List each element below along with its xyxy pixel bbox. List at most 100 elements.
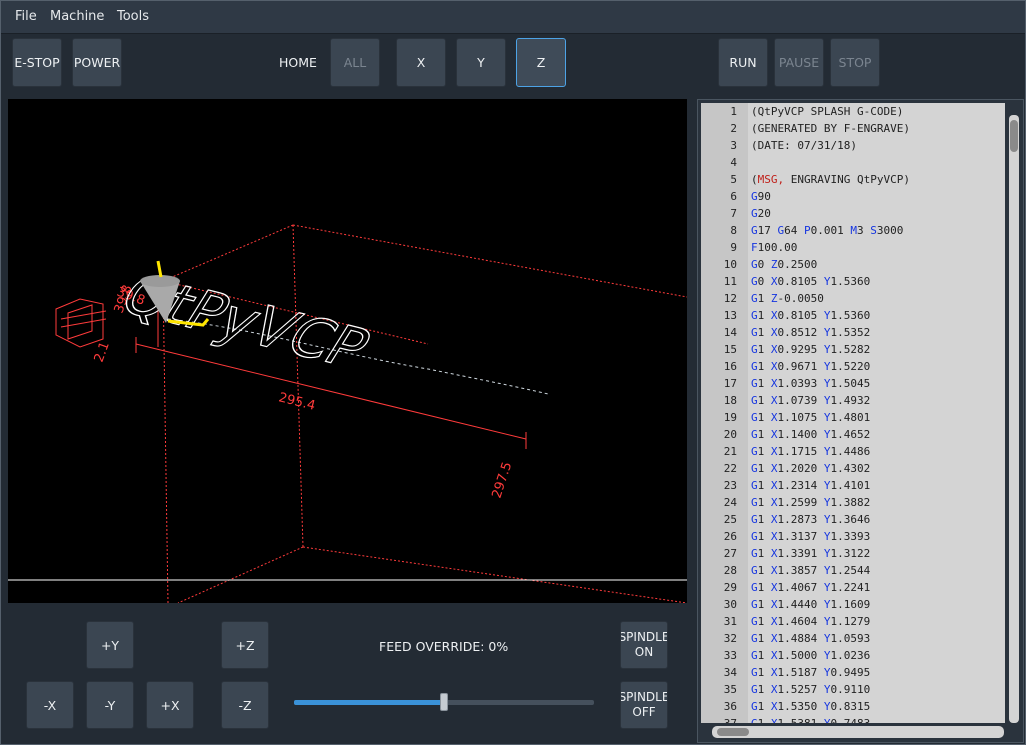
- gcode-line[interactable]: 36 G1 X1.5350 Y0.8315: [701, 698, 1005, 715]
- gcode-line[interactable]: 13 G1 X0.8105 Y1.5360: [701, 307, 1005, 324]
- spindle-on-button[interactable]: SPINDLE ON: [620, 621, 668, 669]
- stop-button[interactable]: STOP: [830, 38, 880, 87]
- gcode-line-text: G1 X1.3857 Y1.2544: [751, 564, 871, 577]
- backplot-viewport[interactable]: 39.8 39.8 2.1 295.4 297.5 QtPyVCP: [8, 99, 687, 603]
- gcode-line-text: G1 X1.4604 Y1.1279: [751, 615, 871, 628]
- gcode-line-number: 35: [723, 683, 737, 696]
- gcode-line[interactable]: 1 (QtPyVCP SPLASH G-CODE): [701, 103, 1005, 120]
- gcode-line[interactable]: 28 G1 X1.3857 Y1.2544: [701, 562, 1005, 579]
- gcode-line-number: 14: [723, 326, 737, 339]
- gcode-line[interactable]: 5 (MSG, ENGRAVING QtPyVCP): [701, 171, 1005, 188]
- gcode-line[interactable]: 16 G1 X0.9671 Y1.5220: [701, 358, 1005, 375]
- gcode-line-number: 5: [730, 173, 737, 186]
- estop-button[interactable]: E-STOP: [12, 38, 62, 87]
- pause-button[interactable]: PAUSE: [774, 38, 824, 87]
- gcode-line[interactable]: 23 G1 X1.2314 Y1.4101: [701, 477, 1005, 494]
- gcode-line[interactable]: 27 G1 X1.3391 Y1.3122: [701, 545, 1005, 562]
- jog-minus-x-button[interactable]: -X: [26, 681, 74, 729]
- gcode-line[interactable]: 12 G1 Z-0.0050: [701, 290, 1005, 307]
- gcode-editor-panel: 1 (QtPyVCP SPLASH G-CODE) 2 (GENERATED BY F…: [697, 99, 1024, 743]
- gcode-line-text: (QtPyVCP SPLASH G-CODE): [751, 105, 904, 118]
- gcode-line[interactable]: 31 G1 X1.4604 Y1.1279: [701, 613, 1005, 630]
- gcode-line[interactable]: 14 G1 X0.8512 Y1.5352: [701, 324, 1005, 341]
- gcode-editor[interactable]: 1 (QtPyVCP SPLASH G-CODE) 2 (GENERATED BY F…: [701, 103, 1005, 723]
- gcode-line[interactable]: 8 G17 G64 P0.001 M3 S3000: [701, 222, 1005, 239]
- gcode-line-number: 1: [730, 105, 737, 118]
- gcode-line-text: G1 X1.5257 Y0.9110: [751, 683, 871, 696]
- gcode-line-number: 24: [723, 496, 737, 509]
- gcode-line-number: 26: [723, 530, 737, 543]
- gcode-line[interactable]: 30 G1 X1.4440 Y1.1609: [701, 596, 1005, 613]
- gcode-line[interactable]: 25 G1 X1.2873 Y1.3646: [701, 511, 1005, 528]
- jog-minus-y-button[interactable]: -Y: [86, 681, 134, 729]
- gcode-line[interactable]: 34 G1 X1.5187 Y0.9495: [701, 664, 1005, 681]
- gcode-line[interactable]: 18 G1 X1.0739 Y1.4932: [701, 392, 1005, 409]
- horizontal-scrollbar[interactable]: [712, 726, 1004, 738]
- dim-label-width: 297.5: [490, 460, 516, 500]
- menu-file[interactable]: File: [15, 9, 37, 24]
- gcode-line[interactable]: 3 (DATE: 07/31/18): [701, 137, 1005, 154]
- feed-override-handle[interactable]: [440, 693, 448, 711]
- gcode-line-number: 22: [723, 462, 737, 475]
- spindle-off-line1: SPINDLE: [620, 690, 668, 704]
- gcode-line[interactable]: 2 (GENERATED BY F-ENGRAVE): [701, 120, 1005, 137]
- gcode-line-text: G1 X1.4884 Y1.0593: [751, 632, 871, 645]
- gcode-line[interactable]: 21 G1 X1.1715 Y1.4486: [701, 443, 1005, 460]
- gcode-line[interactable]: 35 G1 X1.5257 Y0.9110: [701, 681, 1005, 698]
- horizontal-scroll-thumb[interactable]: [717, 728, 749, 736]
- gcode-line-number: 2: [730, 122, 737, 135]
- feed-override-fill: [294, 700, 444, 705]
- jog-plus-z-button[interactable]: +Z: [221, 621, 269, 669]
- gcode-line[interactable]: 37 G1 X1.5381 Y0.7483: [701, 715, 1005, 723]
- gcode-line-text: G0 X0.8105 Y1.5360: [751, 275, 871, 288]
- gcode-line-number: 27: [723, 547, 737, 560]
- gcode-line-text: G1 X1.4067 Y1.2241: [751, 581, 871, 594]
- gcode-line[interactable]: 17 G1 X1.0393 Y1.5045: [701, 375, 1005, 392]
- gcode-line-text: G1 X1.4440 Y1.1609: [751, 598, 871, 611]
- spindle-on-line2: ON: [634, 645, 654, 659]
- gcode-line-number: 16: [723, 360, 737, 373]
- home-all-button[interactable]: ALL: [330, 38, 380, 87]
- gcode-line-text: G90: [751, 190, 771, 203]
- gcode-line-number: 3: [730, 139, 737, 152]
- gcode-line-number: 4: [730, 156, 737, 169]
- gcode-line[interactable]: 22 G1 X1.2020 Y1.4302: [701, 460, 1005, 477]
- gcode-line[interactable]: 7 G20: [701, 205, 1005, 222]
- gcode-line[interactable]: 10 G0 Z0.2500: [701, 256, 1005, 273]
- gcode-line-text: G1 X1.5350 Y0.8315: [751, 700, 871, 713]
- vertical-scrollbar[interactable]: [1009, 115, 1019, 723]
- gcode-line-number: 29: [723, 581, 737, 594]
- gcode-line[interactable]: 9 F100.00: [701, 239, 1005, 256]
- gcode-line[interactable]: 26 G1 X1.3137 Y1.3393: [701, 528, 1005, 545]
- home-y-button[interactable]: Y: [456, 38, 506, 87]
- spindle-off-button[interactable]: SPINDLE OFF: [620, 681, 668, 729]
- gcode-line-number: 7: [730, 207, 737, 220]
- gcode-line[interactable]: 4: [701, 154, 1005, 171]
- gcode-line[interactable]: 24 G1 X1.2599 Y1.3882: [701, 494, 1005, 511]
- jog-plus-y-button[interactable]: +Y: [86, 621, 134, 669]
- home-z-button[interactable]: Z: [516, 38, 566, 87]
- gcode-line[interactable]: 6 G90: [701, 188, 1005, 205]
- gcode-line-number: 23: [723, 479, 737, 492]
- gcode-line-text: G1 X1.1075 Y1.4801: [751, 411, 871, 424]
- gcode-line[interactable]: 15 G1 X0.9295 Y1.5282: [701, 341, 1005, 358]
- gcode-line[interactable]: 32 G1 X1.4884 Y1.0593: [701, 630, 1005, 647]
- gcode-line[interactable]: 29 G1 X1.4067 Y1.2241: [701, 579, 1005, 596]
- run-button[interactable]: RUN: [718, 38, 768, 87]
- gcode-line-number: 20: [723, 428, 737, 441]
- power-button[interactable]: POWER: [72, 38, 122, 87]
- jog-plus-x-button[interactable]: +X: [146, 681, 194, 729]
- gcode-line-text: G1 X1.5187 Y0.9495: [751, 666, 871, 679]
- gcode-line[interactable]: 19 G1 X1.1075 Y1.4801: [701, 409, 1005, 426]
- gcode-line-number: 18: [723, 394, 737, 407]
- menu-tools[interactable]: Tools: [117, 9, 149, 24]
- gcode-line-text: G1 X1.2314 Y1.4101: [751, 479, 871, 492]
- home-x-button[interactable]: X: [396, 38, 446, 87]
- gcode-line[interactable]: 20 G1 X1.1400 Y1.4652: [701, 426, 1005, 443]
- gcode-line-text: G1 X1.1715 Y1.4486: [751, 445, 871, 458]
- gcode-line[interactable]: 33 G1 X1.5000 Y1.0236: [701, 647, 1005, 664]
- menu-machine[interactable]: Machine: [50, 9, 104, 24]
- gcode-line[interactable]: 11 G0 X0.8105 Y1.5360: [701, 273, 1005, 290]
- vertical-scroll-thumb[interactable]: [1010, 120, 1018, 152]
- jog-minus-z-button[interactable]: -Z: [221, 681, 269, 729]
